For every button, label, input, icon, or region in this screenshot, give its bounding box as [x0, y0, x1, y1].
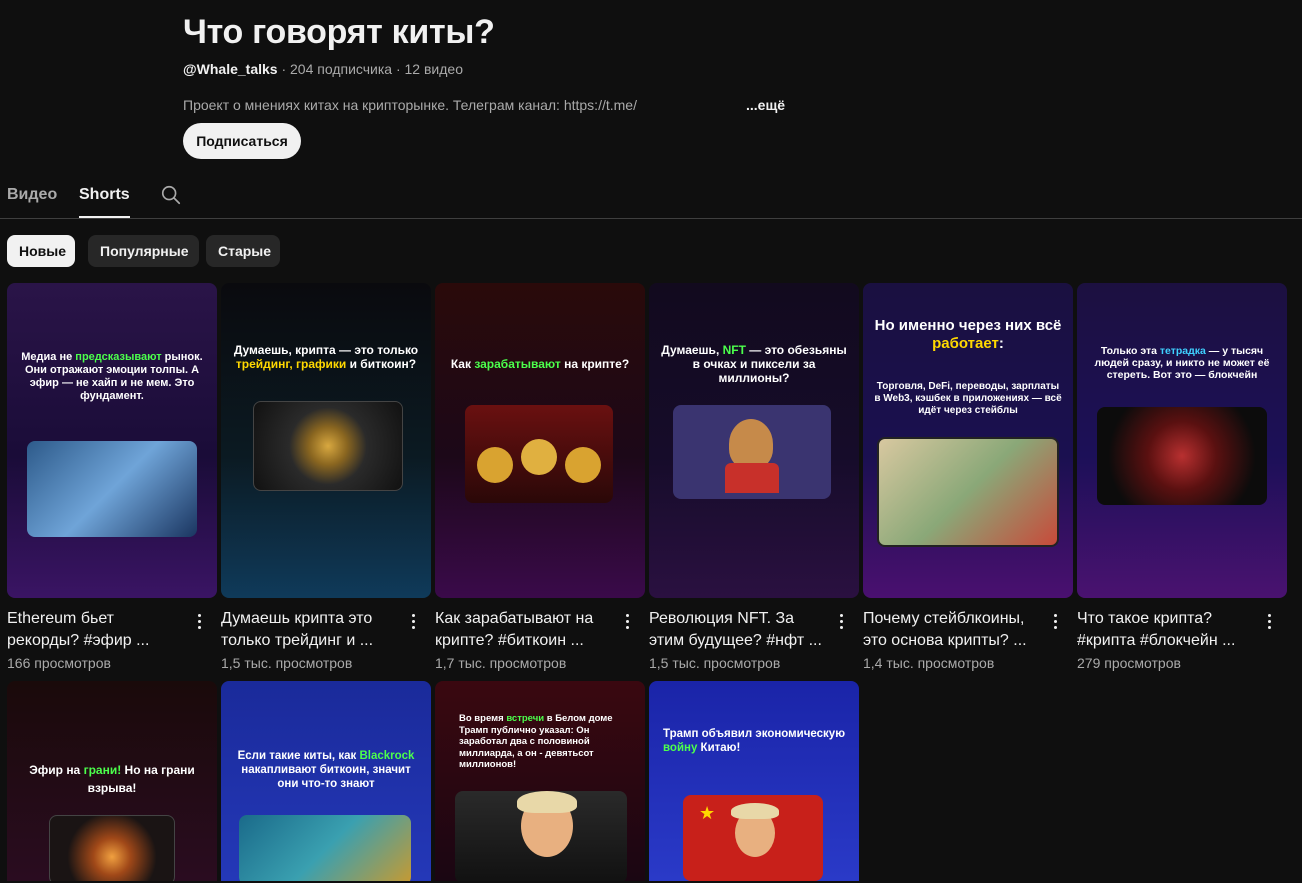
thumbnail-caption: Эфир на грани! Но на грани взрыва! — [29, 763, 195, 795]
short-views: 1,7 тыс. просмотров — [435, 655, 567, 671]
short-card[interactable]: Как зарабатывают на крипте? Как зарабаты… — [435, 283, 645, 671]
more-options-icon[interactable] — [189, 611, 209, 635]
short-card[interactable]: Думаешь, крипта — это только трейдинг, г… — [221, 283, 431, 671]
short-thumbnail[interactable]: Эфир на грани! Но на грани взрыва! — [7, 681, 217, 881]
thumbnail-subcaption: Торговля, DeFi, переводы, зарплаты в Web… — [874, 381, 1062, 416]
channel-title: Что говорят киты? — [183, 13, 495, 51]
chip-new[interactable]: Новые — [7, 235, 75, 267]
short-thumbnail[interactable]: Думаешь, крипта — это только трейдинг, г… — [221, 283, 431, 598]
ape-nft-image — [673, 405, 831, 499]
trump-photo-image — [455, 791, 627, 881]
short-thumbnail[interactable]: Думаешь, NFT — это обезьяны в очках и пи… — [649, 283, 859, 598]
phone-hand-image — [27, 441, 197, 537]
more-link[interactable]: ...ещё — [746, 96, 785, 114]
subscriber-count: · 204 подписчика — [281, 61, 393, 77]
crypto-coins-image — [465, 405, 613, 503]
short-thumbnail[interactable]: Только эта тетрадка — у тысяч людей сраз… — [1077, 283, 1287, 598]
thumbnail-caption: Трамп объявил экономическую войну Китаю! — [663, 728, 846, 754]
thumbnail-caption: Но именно через них всё работает: — [874, 317, 1062, 352]
short-thumbnail[interactable]: Если такие киты, как Blackrock накаплива… — [221, 681, 431, 881]
bitcoin-coin-image — [253, 401, 403, 491]
short-title[interactable]: Революция NFT. За этим будущее? #нфт ... — [649, 608, 829, 652]
short-thumbnail[interactable]: Трамп объявил экономическую войну Китаю!… — [649, 681, 859, 881]
thumbnail-caption: Если такие киты, как Blackrock накаплива… — [237, 750, 415, 790]
explosion-image — [49, 815, 175, 881]
short-title[interactable]: Что такое крипта? #крипта #блокчейн ... — [1077, 608, 1257, 652]
short-thumbnail[interactable]: Но именно через них всё работает: Торгов… — [863, 283, 1073, 598]
search-icon[interactable] — [160, 184, 182, 206]
tab-shorts[interactable]: Shorts — [79, 186, 130, 218]
short-card[interactable]: Медиа не предсказывают рынок. Они отража… — [7, 283, 217, 671]
short-views: 166 просмотров — [7, 655, 111, 671]
short-views: 1,5 тыс. просмотров — [221, 655, 353, 671]
thumbnail-caption: Как зарабатывают на крипте? — [450, 357, 630, 371]
short-views: 279 просмотров — [1077, 655, 1181, 671]
more-options-icon[interactable] — [617, 611, 637, 635]
thumbnail-caption: Медиа не предсказывают рынок. Они отража… — [21, 351, 203, 402]
thumbnail-caption: Думаешь, NFT — это обезьяны в очках и пи… — [661, 343, 847, 385]
banknotes-image — [877, 437, 1059, 547]
more-options-icon[interactable] — [403, 611, 423, 635]
chip-old[interactable]: Старые — [206, 235, 280, 267]
short-card[interactable]: Но именно через них всё работает: Торгов… — [863, 283, 1073, 671]
short-card[interactable]: Только эта тетрадка — у тысяч людей сраз… — [1077, 283, 1287, 671]
short-views: 1,4 тыс. просмотров — [863, 655, 995, 671]
thumbnail-caption: Во время встречи в Белом доме Трамп публ… — [459, 713, 613, 770]
short-title[interactable]: Как зарабатывают на крипте? #биткоин ... — [435, 608, 615, 652]
short-card[interactable]: Во время встречи в Белом доме Трамп публ… — [435, 681, 645, 881]
channel-tabs: Видео Shorts — [0, 170, 1302, 219]
short-card[interactable]: Думаешь, NFT — это обезьяны в очках и пи… — [649, 283, 859, 671]
whale-bitcoin-image — [239, 815, 411, 881]
short-views: 1,5 тыс. просмотров — [649, 655, 781, 671]
channel-handle[interactable]: @Whale_talks — [183, 61, 278, 77]
channel-description[interactable]: Проект о мнениях китах на крипторынке. Т… — [183, 96, 803, 114]
thumbnail-caption: Думаешь, крипта — это только трейдинг, г… — [233, 343, 419, 371]
blockchain-network-image — [1097, 407, 1267, 505]
short-card[interactable]: Если такие киты, как Blackrock накаплива… — [221, 681, 431, 881]
more-options-icon[interactable] — [831, 611, 851, 635]
tab-video[interactable]: Видео — [7, 186, 57, 204]
subscribe-button[interactable]: Подписаться — [183, 123, 301, 159]
short-title[interactable]: Ethereum бьет рекорды? #эфир ... — [7, 608, 187, 652]
channel-meta: @Whale_talks · 204 подписчика · 12 видео — [183, 60, 1083, 78]
short-card[interactable]: Эфир на грани! Но на грани взрыва! — [7, 681, 217, 881]
channel-header: Что говорят киты? @Whale_talks · 204 под… — [183, 10, 1083, 114]
short-title[interactable]: Думаешь крипта это только трейдинг и ... — [221, 608, 401, 652]
short-card[interactable]: Трамп объявил экономическую войну Китаю!… — [649, 681, 859, 881]
thumbnail-caption: Только эта тетрадка — у тысяч людей сраз… — [1094, 345, 1270, 381]
short-title[interactable]: Почему стейблкоины, это основа крипты? .… — [863, 608, 1043, 652]
trump-china-flag-image: ★ — [683, 795, 823, 881]
more-options-icon[interactable] — [1259, 611, 1279, 635]
short-thumbnail[interactable]: Медиа не предсказывают рынок. Они отража… — [7, 283, 217, 598]
chip-popular[interactable]: Популярные — [88, 235, 199, 267]
more-options-icon[interactable] — [1045, 611, 1065, 635]
short-thumbnail[interactable]: Как зарабатывают на крипте? — [435, 283, 645, 598]
video-count: · 12 видео — [395, 61, 463, 77]
description-text: Проект о мнениях китах на крипторынке. Т… — [183, 97, 637, 113]
short-thumbnail[interactable]: Во время встречи в Белом доме Трамп публ… — [435, 681, 645, 881]
